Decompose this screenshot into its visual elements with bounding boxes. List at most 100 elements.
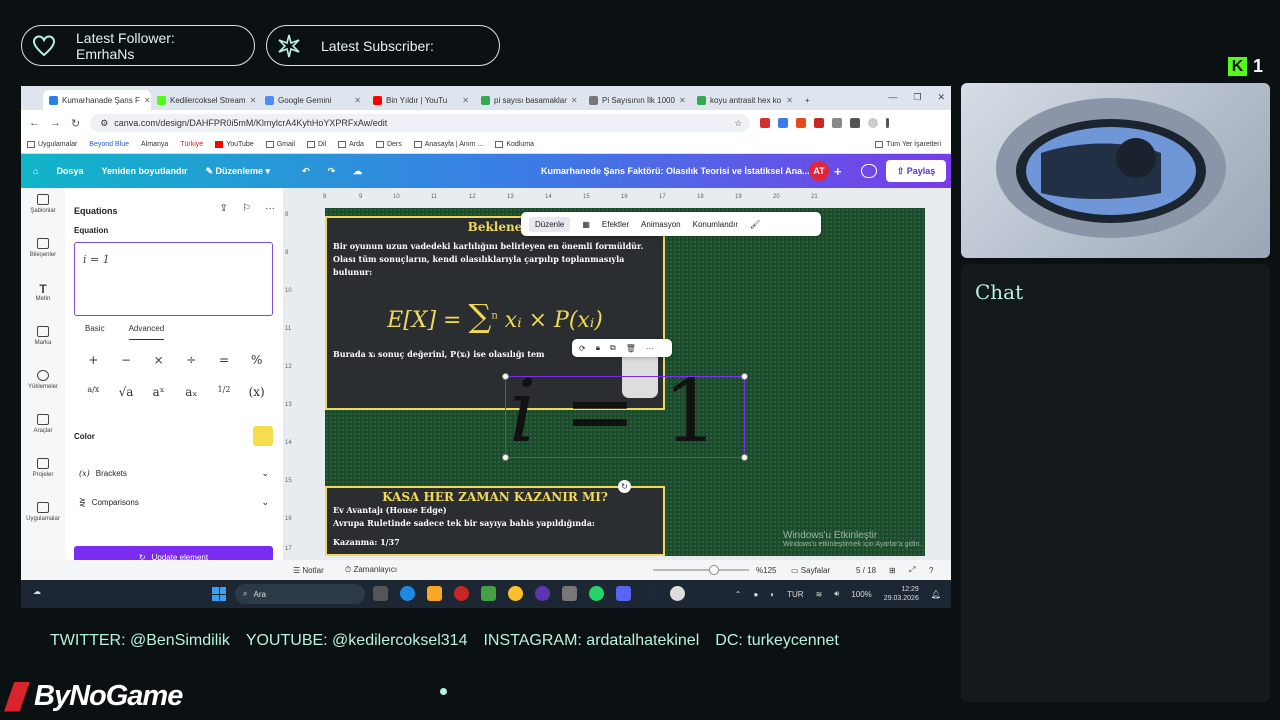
undo-icon[interactable]: ↶ — [302, 166, 310, 177]
notification-icon[interactable]: 🔔︎ — [931, 590, 941, 599]
transparency-icon[interactable]: ▦ — [582, 220, 590, 229]
app-icon[interactable] — [670, 586, 685, 601]
reload-icon[interactable]: ↻ — [71, 117, 80, 130]
avatar[interactable]: AT — [809, 161, 829, 181]
browser-tab[interactable]: koyu antrasit hex ko ✕ — [691, 90, 799, 110]
all-bookmarks[interactable]: Tüm Yer İşaretleri — [875, 141, 941, 148]
edit-button[interactable]: Düzenle — [529, 216, 571, 232]
home-icon[interactable]: ⌂ — [33, 166, 38, 176]
rail-brand[interactable]: Marka — [21, 326, 65, 346]
bookmark-item[interactable]: Almanya — [141, 141, 168, 148]
op-subscript[interactable]: aₓ — [175, 385, 208, 399]
comparisons-accordion[interactable]: ⋛ Comparisons ⌄ — [79, 497, 269, 508]
close-icon[interactable]: ✕ — [250, 96, 257, 105]
op-minus[interactable]: − — [110, 353, 143, 367]
tab-basic[interactable]: Basic — [85, 324, 105, 340]
selection-box[interactable] — [502, 373, 748, 461]
card-line[interactable]: Kazanma: 1/37 — [333, 536, 657, 549]
browser-tab[interactable]: Bin Yıldır | YouTu ✕ — [367, 90, 475, 110]
feedback-icon[interactable]: ⚐ — [242, 203, 251, 214]
bookmark-item[interactable]: Anasayfa | Anım ... — [413, 141, 483, 148]
rail-text[interactable]: T Metin — [21, 282, 65, 302]
chevron-up-icon[interactable]: ⌃ — [735, 590, 742, 599]
add-collaborator-icon[interactable]: + — [834, 164, 842, 179]
color-swatch[interactable] — [253, 426, 273, 446]
card-body[interactable]: Bir oyunun uzun vadedeki karlılığını bel… — [327, 234, 663, 279]
rail-apps[interactable]: Uygulamalar — [21, 502, 65, 522]
edit-menu[interactable]: ✎ Düzenleme ▾ — [205, 166, 270, 177]
animation-button[interactable]: Animasyon — [641, 220, 681, 229]
extension-icon[interactable] — [778, 118, 789, 128]
rotate-handle-icon[interactable]: ↻ — [618, 480, 631, 493]
card-line[interactable]: Avrupa Ruletinde sadece tek bir sayıya b… — [333, 517, 657, 530]
fullscreen-icon[interactable]: ⤢ — [909, 565, 915, 575]
chrome-icon[interactable] — [508, 586, 523, 601]
op-paren[interactable]: (x) — [240, 385, 273, 399]
task-view-icon[interactable] — [373, 586, 388, 601]
bookmark-item[interactable]: Dil — [306, 141, 326, 148]
whatsapp-icon[interactable] — [589, 586, 604, 601]
bookmark-item[interactable]: Kodluma — [495, 141, 534, 148]
rail-uploads[interactable]: Yüklemeler — [21, 370, 65, 390]
pages-button[interactable]: ▭ Sayfalar — [791, 566, 830, 575]
op-sqrt[interactable]: √a — [110, 385, 143, 399]
file-explorer-icon[interactable] — [427, 586, 442, 601]
rotate-icon[interactable]: ⟳ — [579, 344, 586, 353]
tray-app-icon[interactable]: ◐ — [770, 590, 775, 599]
op-plus[interactable]: + — [77, 353, 110, 367]
expected-value-formula[interactable]: E[X] = ∑n xᵢ × P(xᵢ) — [327, 297, 663, 335]
tab-advanced[interactable]: Advanced — [128, 324, 165, 340]
op-fraction[interactable]: a/x — [77, 385, 110, 399]
rail-elements[interactable]: Bileşenler — [21, 238, 65, 258]
op-percent[interactable]: % — [240, 353, 273, 367]
bookmark-item[interactable]: Ders — [375, 141, 402, 148]
close-icon[interactable]: ✕ — [354, 96, 361, 105]
forward-icon[interactable]: → — [50, 117, 61, 129]
card-line[interactable]: Ev Avantajı (House Edge) — [333, 504, 657, 517]
comment-icon[interactable] — [861, 164, 877, 178]
bookmark-item[interactable]: Beyond Blue — [89, 141, 129, 148]
paint-format-icon[interactable]: 🖌︎ — [750, 220, 760, 229]
extension-icon[interactable] — [796, 118, 807, 128]
resize-handle[interactable] — [502, 373, 509, 380]
op-power[interactable]: aˣ — [142, 385, 175, 399]
rail-tools[interactable]: Araçlar — [21, 414, 65, 434]
opera-icon[interactable] — [454, 586, 469, 601]
close-icon[interactable]: ✕ — [144, 96, 151, 105]
page-count[interactable]: 5 / 18 — [856, 566, 876, 575]
weather-icon[interactable]: ☁ — [33, 587, 41, 596]
close-icon[interactable]: ✕ — [786, 96, 793, 105]
resize-menu[interactable]: Yeniden boyutlandır — [101, 166, 187, 176]
position-button[interactable]: Konumlandır — [693, 220, 738, 229]
browser-tab[interactable]: pi sayısı basamaklar ✕ — [475, 90, 583, 110]
url-field[interactable]: ⚙ canva.com/design/DAHFPR0i5mM/KlmylcrA4… — [90, 114, 751, 132]
browser-tab[interactable]: Kumarhanade Şans F ✕ — [43, 90, 151, 110]
duplicate-icon[interactable]: ⧉ — [610, 343, 616, 353]
share-icon[interactable]: ⇪ — [220, 203, 228, 214]
extension-icon[interactable] — [814, 118, 825, 128]
zoom-knob[interactable] — [709, 565, 719, 575]
extension-icon[interactable] — [760, 118, 771, 128]
file-menu[interactable]: Dosya — [56, 166, 83, 176]
maximize-icon[interactable]: ❐ — [913, 92, 921, 103]
card-heading[interactable]: KASA HER ZAMAN KAZANIR MI? — [327, 490, 663, 504]
bookmark-item[interactable]: Uygulamalar — [27, 141, 77, 148]
equation-input[interactable]: i = 1 — [74, 242, 273, 316]
timer-button[interactable]: ⏱ Zamanlayıcı — [345, 565, 397, 575]
obs-icon[interactable] — [535, 586, 550, 601]
bookmark-item[interactable]: Türkiye — [180, 141, 203, 148]
close-icon[interactable]: ✕ — [571, 96, 578, 105]
zoom-level[interactable]: %125 — [756, 566, 776, 575]
new-tab-button[interactable]: + — [799, 90, 819, 110]
profile-icon[interactable] — [868, 118, 879, 128]
more-icon[interactable]: ··· — [265, 203, 275, 214]
resize-handle[interactable] — [502, 454, 509, 461]
minimize-icon[interactable]: — — [888, 92, 897, 103]
battery-level[interactable]: 100% — [851, 590, 871, 599]
brackets-accordion[interactable]: (x) Brackets ⌄ — [79, 468, 269, 479]
back-icon[interactable]: ← — [29, 117, 40, 129]
browser-tab[interactable]: Google Gemini ✕ — [259, 90, 367, 110]
clock[interactable]: 12:29 29.03.2026 — [884, 585, 919, 603]
grid-view-icon[interactable]: ⊞ — [889, 566, 896, 575]
close-icon[interactable]: ✕ — [679, 96, 686, 105]
